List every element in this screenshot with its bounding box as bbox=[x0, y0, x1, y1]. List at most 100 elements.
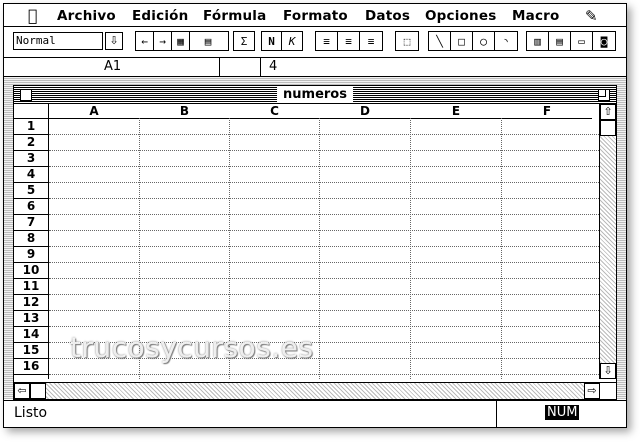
arrow-right-icon: ⇨ bbox=[587, 384, 597, 397]
row-header[interactable]: 4 bbox=[14, 167, 48, 183]
align-right-button[interactable]: ≡ bbox=[360, 32, 382, 50]
align-group: ≡ ≡ ≡ bbox=[315, 31, 383, 51]
style-value: Normal bbox=[16, 34, 56, 47]
column-header-b[interactable]: B bbox=[140, 104, 229, 119]
cell-reference[interactable]: A1 bbox=[104, 59, 121, 74]
align-center-button[interactable]: ≡ bbox=[338, 32, 360, 50]
outline-button[interactable]: ▦ bbox=[172, 32, 190, 50]
select-all-corner[interactable] bbox=[14, 104, 48, 119]
row-header[interactable]: 2 bbox=[14, 135, 48, 151]
menu-archivo[interactable]: Archivo bbox=[57, 8, 116, 24]
row-gridline bbox=[49, 134, 599, 135]
font-style-group: N K bbox=[261, 31, 303, 51]
autosum-button[interactable]: Σ bbox=[234, 32, 254, 50]
column-header-a[interactable]: A bbox=[49, 104, 139, 119]
left-arrow-button[interactable]: ← bbox=[136, 32, 154, 50]
align-center-icon: ≡ bbox=[345, 34, 352, 48]
show-outline-button[interactable]: ▤ bbox=[190, 32, 226, 50]
row-header[interactable]: 12 bbox=[14, 295, 48, 311]
camera-tool-button[interactable]: ◙ bbox=[593, 32, 615, 50]
status-message: Listo bbox=[14, 405, 48, 421]
rectangle-icon: □ bbox=[458, 34, 465, 48]
arrow-down-icon: ⇩ bbox=[603, 364, 613, 377]
menu-bar:  Archivo Edición Fórmula Formato Datos … bbox=[4, 4, 626, 27]
arc-tool-button[interactable]: ◝ bbox=[495, 32, 517, 50]
scroll-up-button[interactable]: ⇧ bbox=[600, 104, 616, 120]
formula-content[interactable]: 4 bbox=[269, 59, 277, 74]
italic-label: K bbox=[288, 34, 296, 48]
column-header-c[interactable]: C bbox=[230, 104, 319, 119]
row-header-divider bbox=[48, 104, 49, 379]
camera-icon: ◙ bbox=[600, 34, 608, 48]
column-header-f[interactable]: F bbox=[502, 104, 592, 119]
row-header[interactable]: 5 bbox=[14, 183, 48, 199]
vertical-scroll-thumb[interactable] bbox=[600, 120, 616, 136]
horizontal-scrollbar[interactable]: ⇦ ⇨ bbox=[14, 382, 600, 399]
row-header[interactable]: 8 bbox=[14, 231, 48, 247]
row-header[interactable]: 3 bbox=[14, 151, 48, 167]
text-box-icon: ▤ bbox=[556, 34, 563, 48]
horizontal-scroll-thumb[interactable] bbox=[30, 383, 46, 399]
row-header[interactable]: 16 bbox=[14, 359, 48, 375]
menu-edicion[interactable]: Edición bbox=[132, 8, 188, 24]
column-gridline bbox=[319, 118, 320, 379]
resize-grow-box-icon[interactable] bbox=[599, 382, 616, 399]
vertical-scrollbar[interactable]: ⇧ ⇩ bbox=[599, 104, 616, 379]
selection-tool-button[interactable]: ⬚ bbox=[396, 32, 418, 50]
scroll-left-button[interactable]: ⇦ bbox=[14, 383, 30, 399]
row-gridline bbox=[49, 182, 599, 183]
sum-group: Σ bbox=[233, 31, 255, 51]
column-header-d[interactable]: D bbox=[320, 104, 410, 119]
menu-formula[interactable]: Fórmula bbox=[203, 8, 266, 24]
window-title: numeros bbox=[277, 86, 353, 103]
row-gridline bbox=[49, 294, 599, 295]
oval-icon: ◯ bbox=[480, 34, 487, 48]
align-left-button[interactable]: ≡ bbox=[316, 32, 338, 50]
arrow-right-icon: → bbox=[159, 34, 166, 48]
scroll-down-button[interactable]: ⇩ bbox=[600, 363, 616, 379]
scroll-right-button[interactable]: ⇨ bbox=[584, 383, 600, 399]
row-header[interactable]: 14 bbox=[14, 327, 48, 343]
line-icon: ╲ bbox=[436, 34, 443, 48]
close-box-icon[interactable] bbox=[20, 89, 32, 101]
row-header[interactable]: 6 bbox=[14, 199, 48, 215]
row-header[interactable]: 13 bbox=[14, 311, 48, 327]
row-gridline bbox=[49, 262, 599, 263]
help-icon[interactable]: ✎ bbox=[585, 7, 598, 25]
formula-divider bbox=[219, 58, 220, 76]
toolbar: Normal ⇩ ← → ▦ ▤ Σ N K ≡ ≡ ≡ ⬚ ╲ □ ◯ ◝ ▥… bbox=[4, 27, 626, 58]
menu-datos[interactable]: Datos bbox=[365, 8, 410, 24]
column-header-e[interactable]: E bbox=[411, 104, 501, 119]
menu-macro[interactable]: Macro bbox=[512, 8, 559, 24]
oval-tool-button[interactable]: ◯ bbox=[473, 32, 495, 50]
row-gridline bbox=[49, 374, 599, 375]
row-header[interactable]: 11 bbox=[14, 279, 48, 295]
row-header[interactable]: 10 bbox=[14, 263, 48, 279]
drawing-group: ╲ □ ◯ ◝ bbox=[428, 31, 518, 51]
column-gridline bbox=[410, 118, 411, 379]
apple-icon[interactable]:  bbox=[28, 6, 38, 25]
button-tool-button[interactable]: ▭ bbox=[571, 32, 593, 50]
chart-tool-button[interactable]: ▥ bbox=[527, 32, 549, 50]
right-arrow-button[interactable]: → bbox=[154, 32, 172, 50]
watermark: trucosycursos.es bbox=[70, 331, 314, 364]
row-header[interactable]: 1 bbox=[14, 119, 48, 135]
rectangle-tool-button[interactable]: □ bbox=[451, 32, 473, 50]
row-header[interactable]: 9 bbox=[14, 247, 48, 263]
row-header[interactable]: 7 bbox=[14, 215, 48, 231]
zoom-box-icon[interactable] bbox=[598, 89, 610, 101]
arrow-left-icon: ← bbox=[141, 34, 148, 48]
menu-opciones[interactable]: Opciones bbox=[425, 8, 496, 24]
style-dropdown-button[interactable]: ⇩ bbox=[105, 32, 123, 50]
align-right-icon: ≡ bbox=[367, 34, 375, 48]
dotted-rect-icon: ⬚ bbox=[403, 34, 411, 48]
row-header[interactable]: 15 bbox=[14, 343, 48, 359]
textbox-tool-button[interactable]: ▤ bbox=[549, 32, 571, 50]
menu-formato[interactable]: Formato bbox=[283, 8, 348, 24]
button-icon: ▭ bbox=[578, 34, 585, 48]
style-select[interactable]: Normal bbox=[13, 32, 103, 50]
bold-button[interactable]: N bbox=[262, 32, 282, 50]
line-tool-button[interactable]: ╲ bbox=[429, 32, 451, 50]
window-title-bar[interactable]: numeros bbox=[14, 86, 616, 104]
italic-button[interactable]: K bbox=[282, 32, 302, 50]
